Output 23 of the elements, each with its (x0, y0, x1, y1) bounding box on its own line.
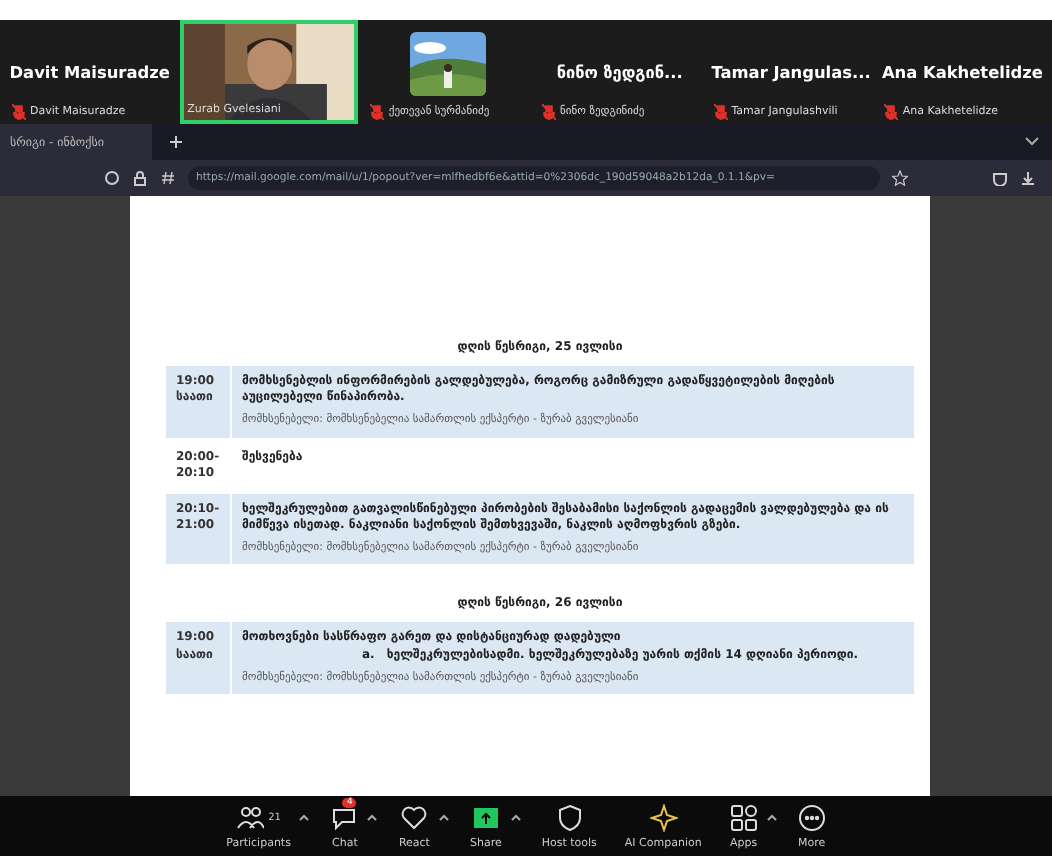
caret-icon[interactable] (366, 814, 379, 822)
lock-icon (132, 170, 148, 186)
chevron-down-icon[interactable] (1024, 136, 1040, 148)
caret-icon[interactable] (765, 814, 778, 822)
chat-icon (330, 804, 359, 832)
participant-name: Ana Kakhetelidze (881, 62, 1043, 82)
more-icon (797, 804, 826, 832)
participants-icon (236, 804, 265, 832)
new-tab-icon[interactable] (168, 134, 184, 150)
caret-icon[interactable] (298, 814, 311, 822)
permissions-icon[interactable] (160, 170, 176, 186)
caret-icon[interactable] (509, 814, 522, 822)
caret-icon[interactable] (437, 814, 450, 822)
apps-icon (729, 804, 758, 832)
participant-name: Tamar Jangulas... (711, 62, 871, 82)
sparkle-icon (649, 804, 678, 832)
share-icon (471, 804, 500, 832)
heart-icon (400, 804, 429, 832)
download-icon[interactable] (1020, 170, 1036, 186)
shield-icon (555, 804, 584, 832)
participant-name: ნინო ზედგინ... (556, 62, 683, 82)
star-icon[interactable] (892, 170, 908, 186)
participant-name: Davit Maisuradze (9, 62, 170, 82)
